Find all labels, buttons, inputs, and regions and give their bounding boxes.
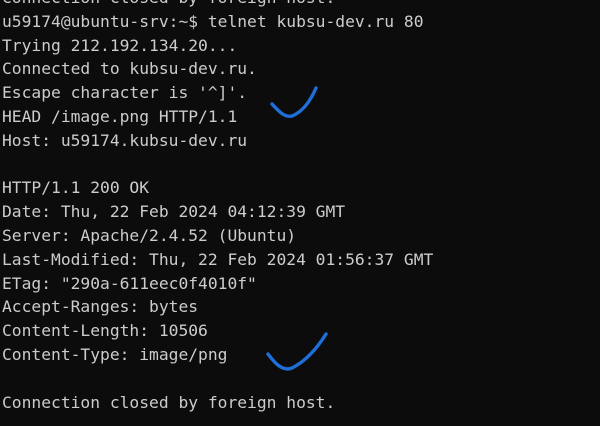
terminal-line-header: Server: Apache/2.4.52 (Ubuntu) xyxy=(2,225,297,245)
terminal-line-prompt: u59174@ubuntu-srv:~$ telnet kubsu-dev.ru… xyxy=(2,11,424,31)
terminal-line: Connected to kubsu-dev.ru. xyxy=(2,59,257,79)
terminal-line: Connection closed by foreign host. xyxy=(2,0,600,10)
terminal-line-header: Content-Type: image/png xyxy=(2,344,228,364)
terminal-line-header: Date: Thu, 22 Feb 2024 04:12:39 GMT xyxy=(2,202,346,222)
terminal-line-request: Host: u59174.kubsu-dev.ru xyxy=(2,130,248,150)
terminal-line-request: HEAD /image.png HTTP/1.1 xyxy=(2,106,238,126)
terminal-line-header: Content-Length: 10506 xyxy=(2,321,208,341)
terminal-line: Escape character is '^]'. xyxy=(2,83,248,103)
terminal-window[interactable]: Connection closed by foreign host. u5917… xyxy=(0,0,600,426)
terminal-line-response-status: HTTP/1.1 200 OK xyxy=(2,178,150,198)
terminal-line-header: Last-Modified: Thu, 22 Feb 2024 01:56:37… xyxy=(2,249,434,269)
terminal-line: Connection closed by foreign host. xyxy=(2,392,336,412)
terminal-line-header: Accept-Ranges: bytes xyxy=(2,297,199,317)
terminal-line-header: ETag: "290a-611eec0f4010f" xyxy=(2,273,257,293)
terminal-line: Trying 212.192.134.20... xyxy=(2,35,238,55)
